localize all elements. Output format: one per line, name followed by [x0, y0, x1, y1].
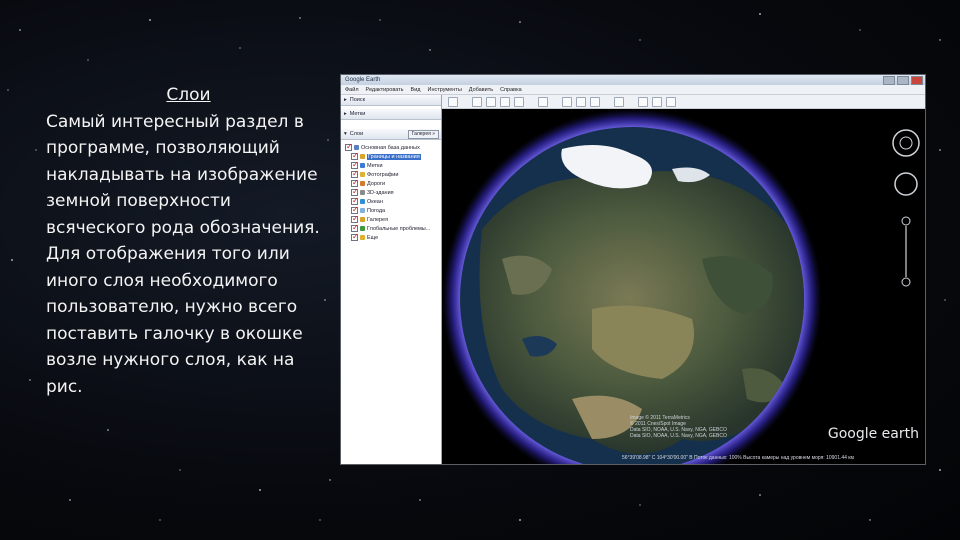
- layer-label: Метки: [367, 162, 383, 169]
- menu-view[interactable]: Вид: [411, 87, 421, 93]
- layer-icon: [360, 199, 365, 204]
- layer-checkbox[interactable]: ✓: [351, 188, 359, 196]
- layer-icon: [360, 190, 365, 195]
- gallery-button[interactable]: Галерея »: [407, 129, 439, 139]
- layers-panel-header[interactable]: ▾ Слои Галерея »: [341, 129, 441, 140]
- globe-view[interactable]: Image © 2011 TerraMetrics © 2011 Cnes/Sp…: [442, 109, 925, 464]
- layer-checkbox[interactable]: ✓: [351, 215, 359, 223]
- slide-title: Слои: [166, 85, 211, 105]
- expand-arrow-icon: ▸: [344, 97, 347, 103]
- layer-icon: [360, 217, 365, 222]
- layer-item[interactable]: ✓ Основная база данных: [345, 143, 441, 152]
- window-title: Google Earth: [345, 77, 381, 83]
- layer-label: Галерея: [367, 216, 389, 223]
- layer-item[interactable]: ✓ Дороги: [345, 179, 441, 188]
- layer-checkbox[interactable]: ✓: [351, 179, 359, 187]
- email-icon[interactable]: [638, 96, 648, 107]
- maximize-button[interactable]: [897, 75, 909, 85]
- layer-checkbox[interactable]: ✓: [351, 197, 359, 205]
- places-panel-label: Метки: [349, 111, 366, 117]
- earth-globe: [442, 109, 822, 464]
- minimize-button[interactable]: [883, 75, 895, 85]
- polygon-icon[interactable]: [486, 96, 496, 107]
- image-overlay-icon[interactable]: [514, 96, 524, 107]
- layer-item[interactable]: ✓ Глобальные проблемы...: [345, 224, 441, 233]
- layer-checkbox[interactable]: ✓: [345, 143, 353, 151]
- layer-item[interactable]: ✓ Океан: [345, 197, 441, 206]
- look-ring-icon[interactable]: [892, 129, 920, 157]
- layer-checkbox[interactable]: ✓: [351, 224, 359, 232]
- maps-icon[interactable]: [666, 96, 676, 107]
- layers-list: ✓ Основная база данных ✓ Границы и названия…: [341, 140, 441, 242]
- google-earth-logo: Google earth: [827, 426, 919, 442]
- path-icon[interactable]: [500, 96, 510, 107]
- tour-icon[interactable]: [538, 96, 548, 107]
- ruler-icon[interactable]: [614, 96, 624, 107]
- menu-edit[interactable]: Редактировать: [366, 87, 404, 93]
- window-titlebar: Google Earth: [341, 75, 925, 85]
- menu-file[interactable]: Файл: [345, 87, 359, 93]
- layer-checkbox[interactable]: ✓: [351, 206, 359, 214]
- layer-checkbox[interactable]: ✓: [351, 161, 359, 169]
- menu-add[interactable]: Добавить: [469, 87, 493, 93]
- zoom-in-icon[interactable]: [901, 216, 911, 226]
- credit-line: Data SIO, NOAA, U.S. Navy, NGA, GEBCO: [630, 433, 727, 439]
- move-ring-icon[interactable]: [894, 172, 918, 196]
- expand-arrow-icon: ▸: [344, 111, 347, 117]
- layer-icon: [360, 226, 365, 231]
- collapse-arrow-icon: ▾: [344, 131, 347, 137]
- status-bar: 56°39'08.98" С 104°30'00.00" В Поток дан…: [622, 455, 854, 461]
- layer-label: Границы и названия: [367, 153, 421, 160]
- menu-tools[interactable]: Инструменты: [427, 87, 461, 93]
- layer-item[interactable]: ✓ Еще: [345, 233, 441, 242]
- navigation-controls[interactable]: [891, 127, 921, 307]
- google-earth-screenshot: Google Earth Файл Редактировать Вид Инст…: [340, 74, 926, 465]
- sun-icon[interactable]: [576, 96, 586, 107]
- layer-icon: [354, 145, 359, 150]
- layer-label: Дороги: [367, 180, 386, 187]
- layer-checkbox[interactable]: ✓: [351, 233, 359, 241]
- layer-label: Основная база данных: [361, 144, 420, 151]
- sidebar-toggle-icon[interactable]: [448, 96, 458, 107]
- zoom-out-icon[interactable]: [901, 277, 911, 287]
- menu-bar: Файл Редактировать Вид Инструменты Добав…: [341, 85, 925, 95]
- layer-icon: [360, 154, 365, 159]
- layer-label: Еще: [367, 234, 379, 241]
- earth-icon[interactable]: [562, 96, 572, 107]
- slide-body-text: Самый интересный раздел в программе, поз…: [46, 111, 320, 397]
- layer-item[interactable]: ✓ Границы и названия: [345, 152, 441, 161]
- toolbar: [442, 95, 925, 109]
- places-panel-header[interactable]: ▸ Метки: [341, 109, 441, 120]
- layer-item[interactable]: ✓ Метки: [345, 161, 441, 170]
- layer-icon: [360, 172, 365, 177]
- layer-item[interactable]: ✓ Фотографии: [345, 170, 441, 179]
- layer-label: Фотографии: [367, 171, 399, 178]
- sidebar: ▸ Поиск ▸ Метки ▾ Слои Галерея » ✓ Основн…: [341, 95, 442, 464]
- layer-item[interactable]: ✓ 3D-здания: [345, 188, 441, 197]
- layer-icon: [360, 163, 365, 168]
- imagery-credits: Image © 2011 TerraMetrics © 2011 Cnes/Sp…: [630, 415, 727, 439]
- layer-icon: [360, 181, 365, 186]
- historical-imagery-icon[interactable]: [590, 96, 600, 107]
- layer-icon: [360, 208, 365, 213]
- layer-checkbox[interactable]: ✓: [351, 152, 359, 160]
- search-panel-label: Поиск: [349, 97, 366, 103]
- placemark-icon[interactable]: [472, 96, 482, 107]
- layers-panel-label: Слои: [349, 131, 364, 137]
- close-button[interactable]: [911, 75, 923, 85]
- layer-label: Глобальные проблемы...: [367, 225, 431, 232]
- layer-item[interactable]: ✓ Галерея: [345, 215, 441, 224]
- menu-help[interactable]: Справка: [500, 87, 522, 93]
- layer-label: Океан: [367, 198, 383, 205]
- layer-label: Погода: [367, 207, 386, 214]
- compass-n-icon: [899, 136, 913, 150]
- layer-checkbox[interactable]: ✓: [351, 170, 359, 178]
- slide-text-block: Слои Самый интересный раздел в программе…: [46, 82, 321, 400]
- search-panel-header[interactable]: ▸ Поиск: [341, 95, 441, 106]
- layer-label: 3D-здания: [367, 189, 394, 196]
- print-icon[interactable]: [652, 96, 662, 107]
- layer-icon: [360, 235, 365, 240]
- layer-item[interactable]: ✓ Погода: [345, 206, 441, 215]
